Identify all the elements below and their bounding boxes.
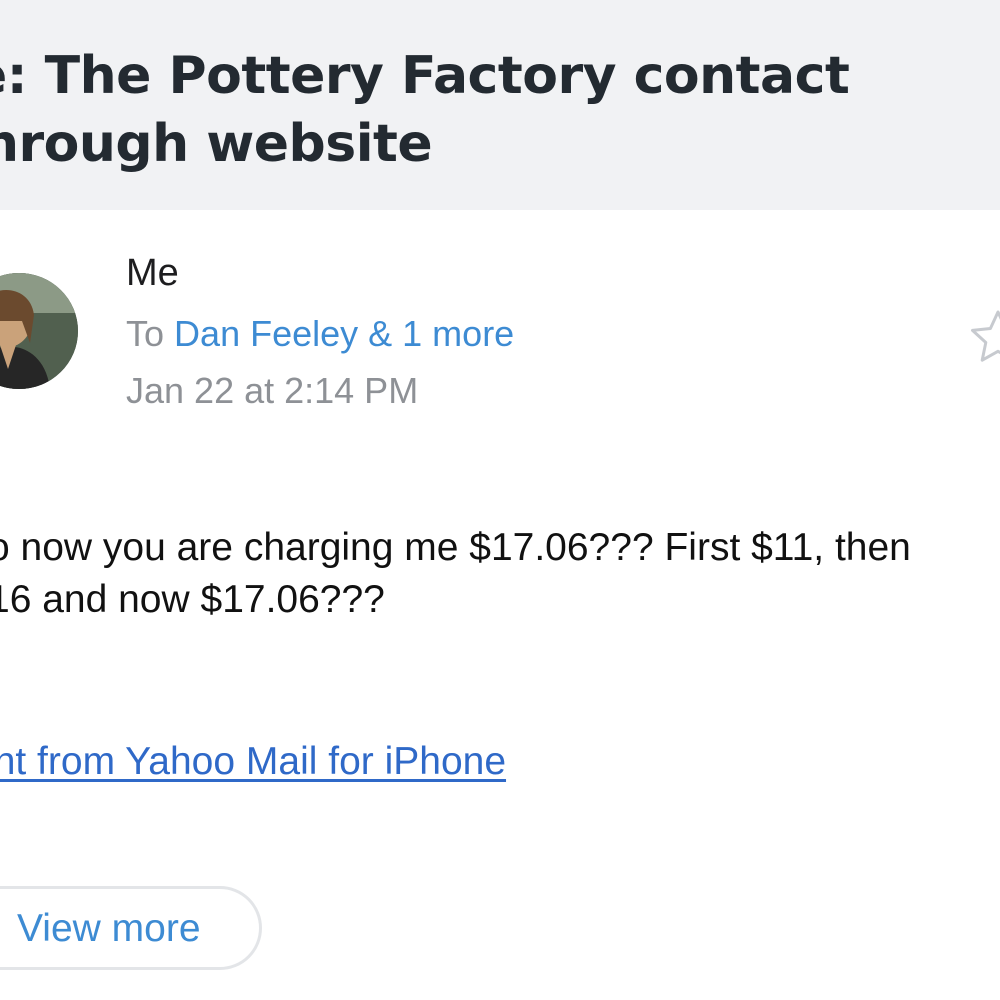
- message-body: o now you are charging me $17.06??? Firs…: [0, 522, 1000, 626]
- email-message-view: e: The Pottery Factory contact hrough we…: [0, 0, 1000, 1000]
- view-more-label: View more: [17, 907, 201, 950]
- message-line: o now you are charging me $17.06??? Firs…: [0, 526, 911, 569]
- subject-title-line-2: hrough website: [0, 114, 433, 174]
- star-outline-icon: [971, 310, 1000, 362]
- recipients-link[interactable]: Dan Feeley & 1 more: [174, 313, 514, 354]
- sender-name[interactable]: Me: [126, 252, 179, 295]
- sent-date: Jan 22 at 2:14 PM: [126, 370, 419, 411]
- to-label: To: [126, 313, 165, 354]
- sender-avatar[interactable]: [0, 273, 78, 389]
- recipients-line: To Dan Feeley & 1 more: [126, 313, 514, 355]
- signature-link[interactable]: ent from Yahoo Mail for iPhone: [0, 740, 506, 784]
- message-line: 16 and now $17.06???: [0, 578, 385, 621]
- subject-title-line-1: e: The Pottery Factory contact: [0, 46, 850, 106]
- subject-header: e: The Pottery Factory contact hrough we…: [0, 0, 1000, 210]
- profile-photo-icon: [0, 273, 78, 389]
- star-button[interactable]: [968, 308, 1000, 368]
- view-more-button[interactable]: View more: [0, 886, 262, 970]
